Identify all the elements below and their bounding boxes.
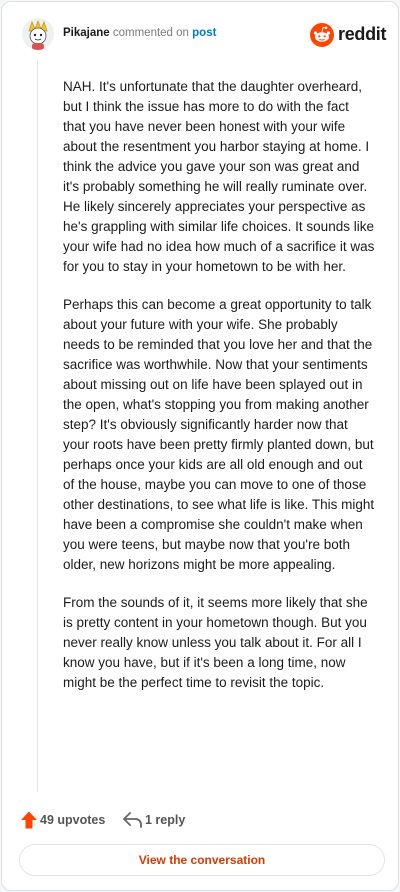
comment-meta: Pikajane commented on post <box>63 27 216 39</box>
username[interactable]: Pikajane <box>63 27 110 39</box>
upvote-count[interactable]: 49 upvotes <box>40 813 105 827</box>
reply-count[interactable]: 1 reply <box>145 813 185 827</box>
post-link[interactable]: post <box>192 27 216 39</box>
comment-paragraph: Perhaps this can become a great opportun… <box>63 297 375 572</box>
comment-header: Pikajane commented on post reddit <box>22 18 388 52</box>
thread-line[interactable] <box>37 60 38 792</box>
action-text: commented on <box>112 27 189 39</box>
brand-wordmark: reddit <box>338 24 387 44</box>
comment-body: NAH. It's unfortunate that the daughter … <box>63 77 375 711</box>
reddit-snoo-icon <box>310 23 334 47</box>
avatar[interactable] <box>22 18 54 50</box>
upvote-arrow-icon[interactable] <box>19 810 39 830</box>
avatar-icon <box>22 18 54 50</box>
comment-card: Pikajane commented on post reddit NAH. I… <box>1 1 399 891</box>
reply-arrow-icon[interactable] <box>122 811 144 829</box>
comment-actions: 49 upvotes 1 reply <box>19 808 379 832</box>
comment-paragraph: From the sounds of it, it seems more lik… <box>63 595 368 690</box>
view-conversation-button[interactable]: View the conversation <box>19 844 385 876</box>
comment-paragraph: NAH. It's unfortunate that the daughter … <box>63 79 375 274</box>
reddit-logo[interactable]: reddit <box>310 22 387 48</box>
